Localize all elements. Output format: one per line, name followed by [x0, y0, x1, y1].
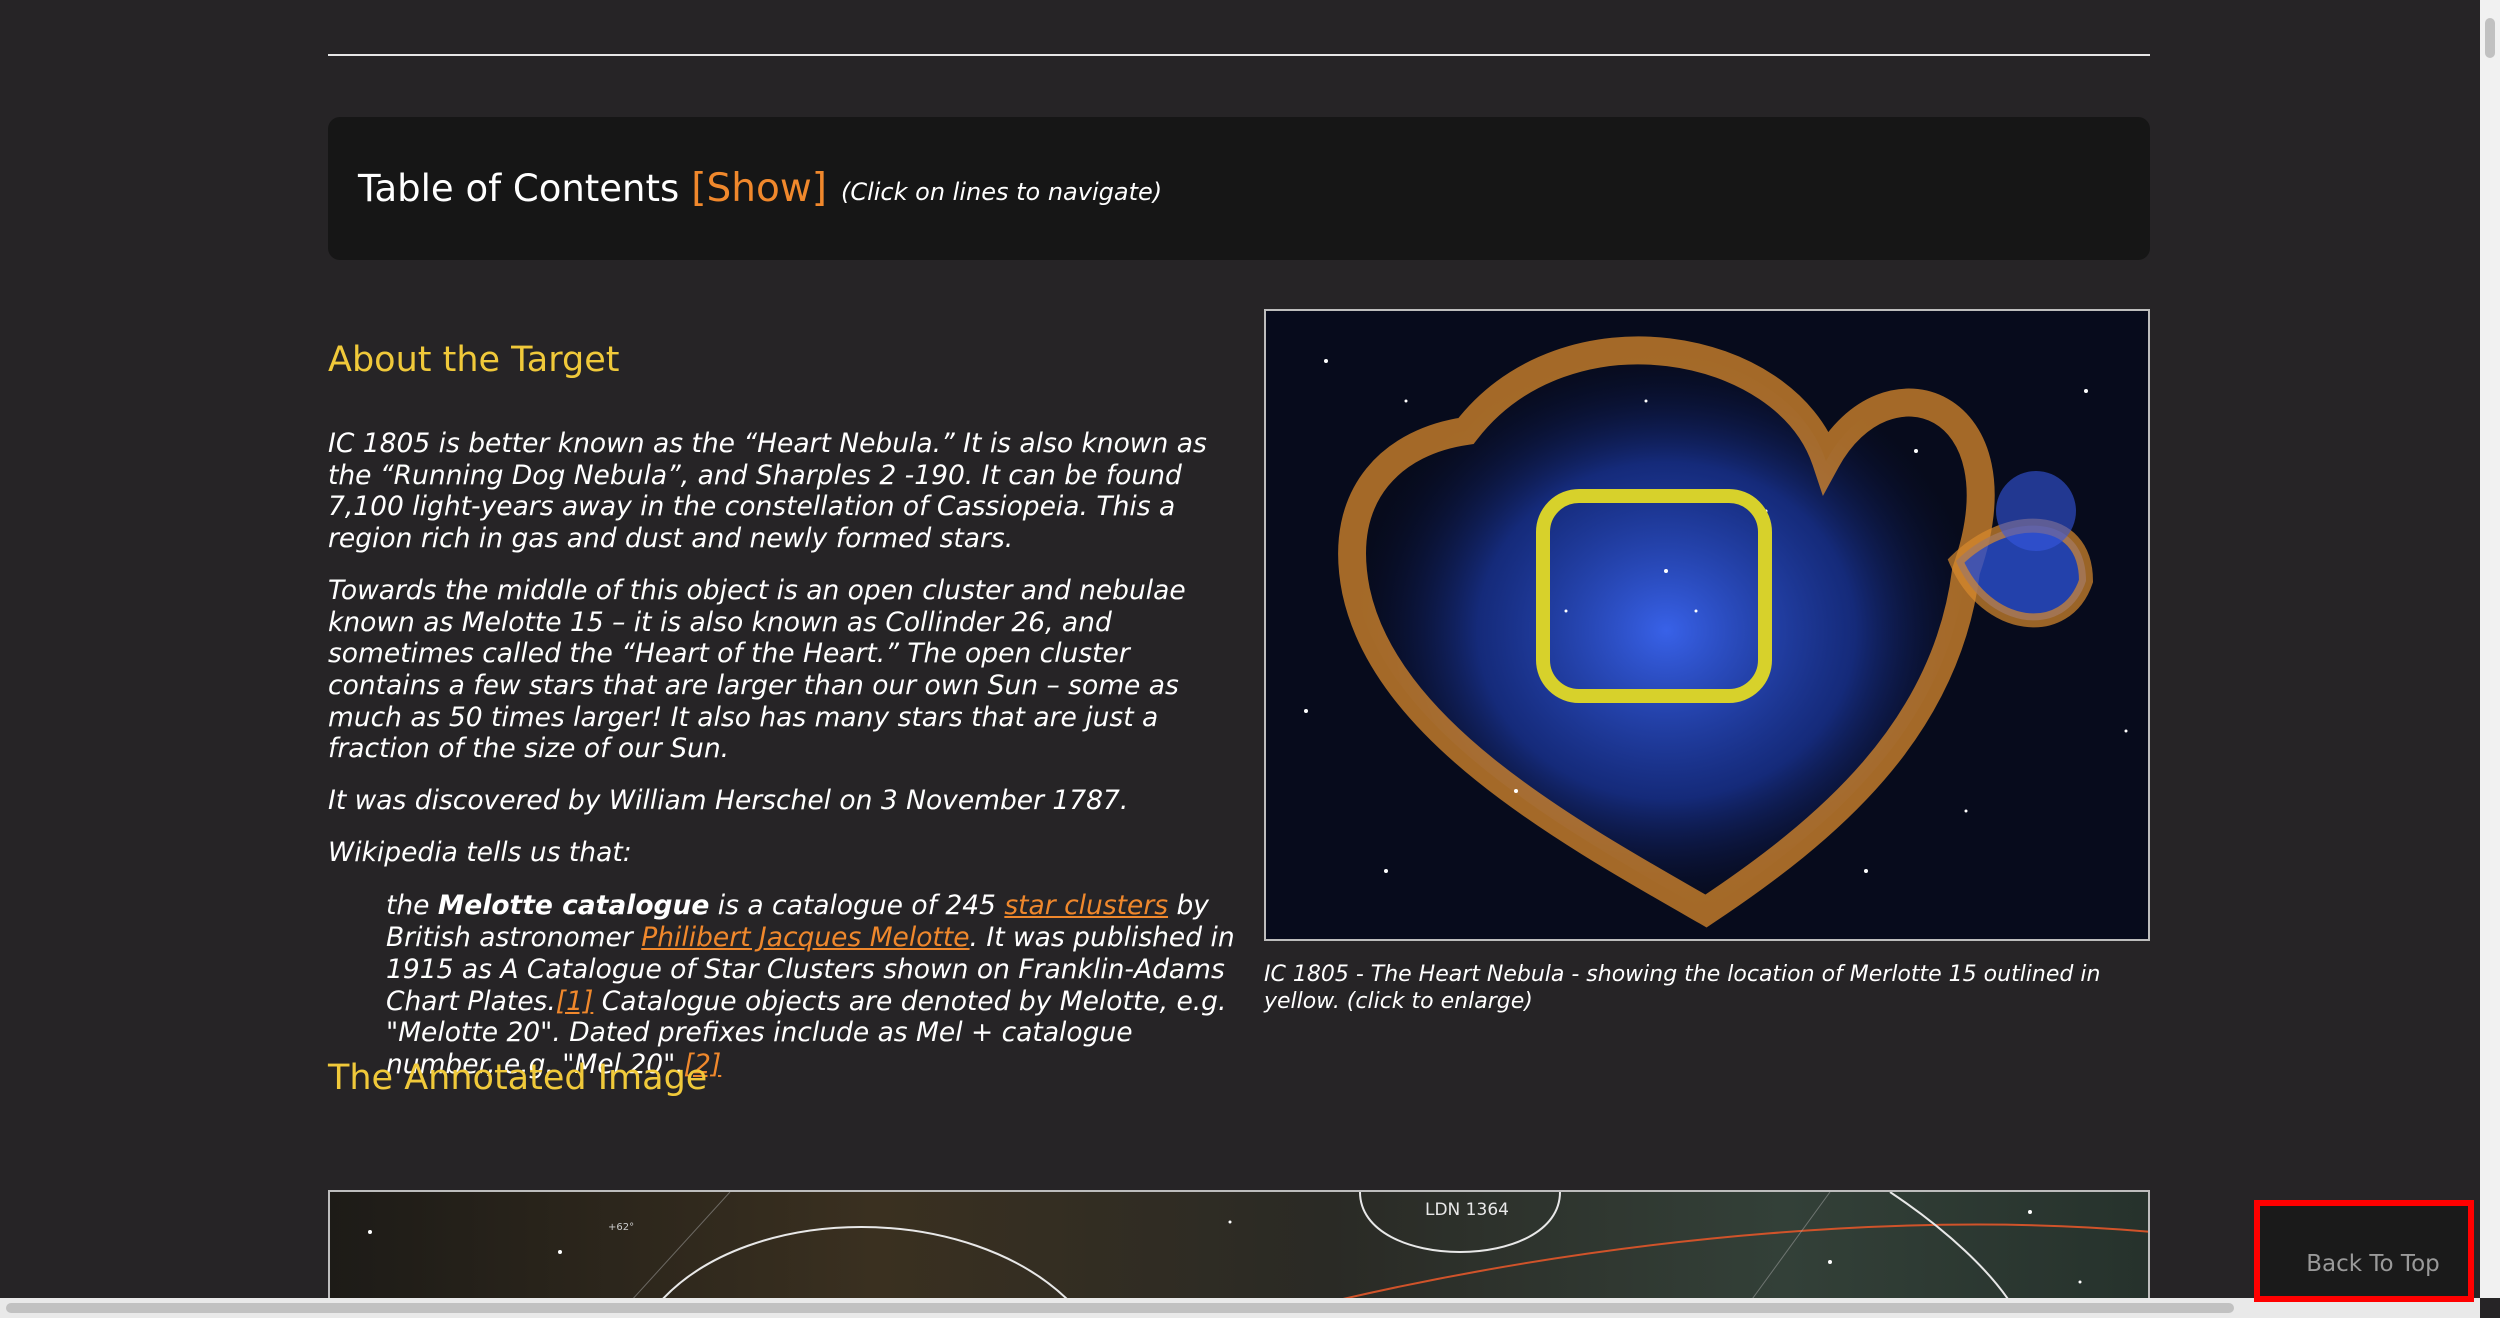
about-section: About the Target IC 1805 is better known…	[328, 340, 1235, 1081]
horizontal-scrollbar[interactable]	[0, 1298, 2480, 1318]
nebula-illustration	[1266, 311, 2148, 939]
about-paragraph-1: IC 1805 is better known as the “Heart Ne…	[328, 428, 1207, 555]
annotated-illustration	[368, 1192, 2148, 1298]
quote-text: is a catalogue of 245	[709, 890, 1005, 922]
page: Table of Contents [Show] (Click on lines…	[0, 0, 2500, 1318]
quote-text: the	[386, 890, 438, 922]
ldn-label: LDN 1364	[1425, 1200, 1509, 1220]
annotated-image-heading: The Annotated Image	[328, 1058, 708, 1098]
horizontal-scroll-thumb[interactable]	[6, 1303, 2234, 1313]
quote-bold: Melotte catalogue	[437, 890, 710, 922]
back-to-top-label: Back To Top	[2306, 1251, 2440, 1277]
about-paragraph-2: Towards the middle of this object is an …	[328, 574, 1186, 765]
wikipedia-quote: the Melotte catalogue is a catalogue of …	[386, 890, 1246, 1080]
reference-1-link[interactable]: [1]	[556, 986, 594, 1017]
toc-show-toggle[interactable]: [Show]	[691, 166, 827, 211]
toc-title: Table of Contents	[358, 167, 680, 210]
about-paragraph-4: Wikipedia tells us that:	[328, 836, 632, 868]
star-clusters-link[interactable]: star clusters	[1004, 890, 1168, 921]
heart-nebula-image[interactable]	[1264, 309, 2150, 941]
back-to-top-button[interactable]: Back To Top	[2254, 1200, 2474, 1302]
declination-label: +62°	[608, 1222, 635, 1233]
about-paragraph-3: It was discovered by William Herschel on…	[328, 785, 1129, 817]
table-of-contents[interactable]: Table of Contents [Show] (Click on lines…	[328, 117, 2150, 260]
vertical-scrollbar[interactable]	[2480, 0, 2500, 1298]
top-divider	[328, 54, 2150, 56]
image-caption: IC 1805 - The Heart Nebula - showing the…	[1264, 962, 2101, 1014]
annotated-image[interactable]: LDN 1364 +62°	[328, 1190, 2150, 1300]
toc-hint: (Click on lines to navigate)	[840, 177, 1163, 206]
vertical-scroll-thumb[interactable]	[2485, 18, 2495, 58]
about-heading: About the Target	[328, 340, 620, 380]
melotte-link[interactable]: Philibert Jacques Melotte	[641, 922, 969, 953]
